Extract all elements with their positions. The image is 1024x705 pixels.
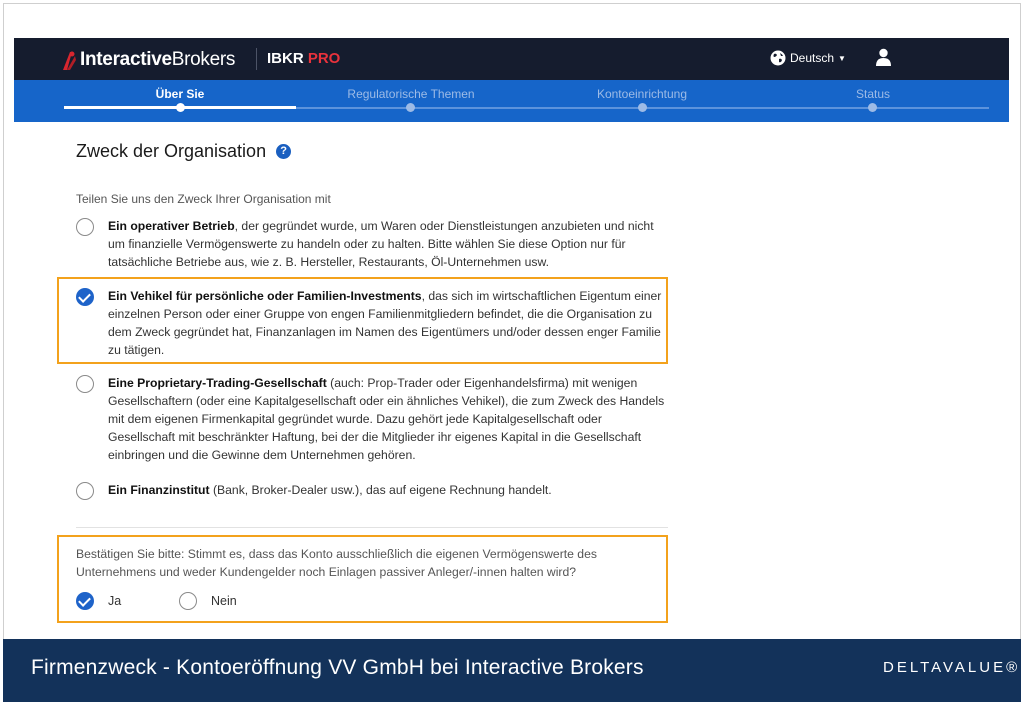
purpose-option-proprietary-trading[interactable]: Eine Proprietary-Trading-Gesellschaft (a… [76, 374, 668, 464]
product-name: IBKR PRO [267, 50, 341, 67]
radio-proprietary-trading[interactable] [76, 375, 94, 393]
step-regulatorische-themen[interactable]: Regulatorische Themen [331, 87, 491, 101]
option-text: Ein Finanzinstitut (Bank, Broker-Dealer … [108, 483, 552, 497]
confirm-no-label: Nein [211, 593, 237, 608]
option-text: Eine Proprietary-Trading-Gesellschaft (a… [108, 376, 665, 462]
radio-finanzinstitut[interactable] [76, 482, 94, 500]
step-status[interactable]: Status [793, 87, 953, 101]
step-kontoeinrichtung[interactable]: Kontoeinrichtung [562, 87, 722, 101]
step-dot-kontoeinrichtung [638, 103, 647, 112]
section-divider [76, 527, 668, 528]
option-text: Ein operativer Betrieb, der gegründet wu… [108, 219, 654, 269]
step-ueber-sie[interactable]: Über Sie [100, 87, 260, 101]
deltavalue-logo: DELTAVALUE® [883, 659, 1021, 676]
step-dot-status [868, 103, 877, 112]
page-title-text: Zweck der Organisation [76, 141, 267, 161]
page-title: Zweck der Organisation ? [76, 141, 292, 162]
radio-vehikel-checked[interactable] [76, 288, 94, 306]
radio-nein[interactable] [179, 592, 197, 610]
purpose-option-operativer-betrieb[interactable]: Ein operativer Betrieb, der gegründet wu… [76, 217, 668, 271]
option-text: Ein Vehikel für persönliche oder Familie… [108, 289, 662, 357]
user-icon[interactable] [876, 48, 891, 66]
purpose-option-vehikel[interactable]: Ein Vehikel für persönliche oder Familie… [76, 287, 668, 359]
footer-banner: Firmenzweck - Kontoeröffnung VV GmbH bei… [3, 639, 1021, 702]
step-progress-bar: Über Sie Regulatorische Themen Kontoeinr… [14, 80, 1009, 122]
brand-name: InteractiveBrokers [80, 49, 236, 70]
confirmation-question: Bestätigen Sie bitte: Stimmt es, dass da… [76, 547, 597, 579]
brand-logo[interactable]: InteractiveBrokers [61, 49, 235, 71]
top-navigation-bar: InteractiveBrokers IBKR PRO Deutsch ▼ [14, 38, 1009, 80]
brand-divider [256, 48, 257, 70]
footer-title: Firmenzweck - Kontoeröffnung VV GmbH bei… [31, 656, 644, 679]
step-dot-ueber-sie [176, 103, 185, 112]
help-icon[interactable]: ? [276, 144, 292, 159]
chevron-down-icon: ▼ [838, 53, 846, 63]
question-prompt: Teilen Sie uns den Zweck Ihrer Organisat… [76, 192, 331, 206]
ib-logo-mark [63, 51, 76, 70]
language-selector[interactable]: Deutsch ▼ [770, 50, 846, 66]
purpose-option-finanzinstitut[interactable]: Ein Finanzinstitut (Bank, Broker-Dealer … [76, 481, 668, 500]
globe-icon [770, 50, 786, 66]
step-dot-regulatorische-themen [406, 103, 415, 112]
confirm-yes-option[interactable]: Ja [76, 591, 121, 610]
language-label: Deutsch [790, 51, 835, 65]
confirm-no-option[interactable]: Nein [179, 591, 237, 610]
confirm-yes-label: Ja [108, 593, 122, 608]
radio-ja-checked[interactable] [76, 592, 94, 610]
radio-operativer-betrieb[interactable] [76, 218, 94, 236]
